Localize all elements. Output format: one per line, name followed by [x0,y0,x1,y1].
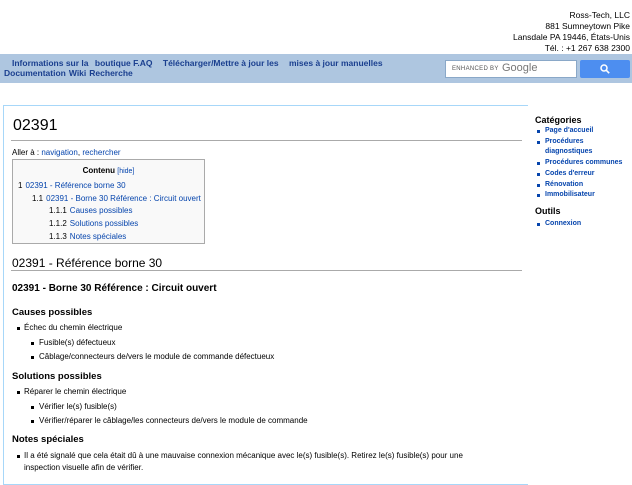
notes-heading: Notes spéciales [12,434,84,445]
goto-label: Aller à : [12,148,40,157]
sidebar-bullet [537,173,540,176]
company-address: Ross-Tech, LLC 881 Sumneytown Pike Lansd… [513,10,630,54]
bullet [31,406,34,409]
goto-separator: , [77,148,81,157]
toc-number: 1 [18,181,23,190]
bullet [17,391,20,394]
bullet [31,356,34,359]
list-item: Échec du chemin électrique [24,323,123,332]
toc-title-text: Contenu [82,166,116,175]
sidebar-item-immobilizer[interactable]: Immobilisateur [545,190,632,200]
search-input[interactable]: ENHANCED BY Google [445,60,577,78]
goto-navigation-link[interactable]: navigation [41,148,77,157]
sidebar-categories-title: Catégories [535,115,582,125]
sidebar-item-diagnostics[interactable]: Procédures diagnostiques [545,137,620,157]
search-icon [600,64,610,74]
list-item: Réparer le chemin électrique [24,387,127,396]
list-item: Câblage/connecteurs de/vers le module de… [39,352,275,361]
sidebar-bullet [537,130,540,133]
table-of-contents: Contenu [hide] 1 02391 - Référence borne … [12,159,205,244]
toc-link[interactable]: Notes spéciales [70,232,126,241]
section-heading: 02391 - Référence borne 30 [12,256,163,270]
sidebar-bullet [537,184,540,187]
nav-link-manual-updates[interactable]: mises à jour manuelles [289,58,383,68]
sidebar-tools-title: Outils [535,206,561,216]
search-button[interactable] [580,60,630,78]
goto-search-link[interactable]: rechercher [82,148,120,157]
bullet [17,455,20,458]
sidebar-item-error-codes[interactable]: Codes d'erreur [545,169,632,179]
sidebar-item-login[interactable]: Connexion [545,219,632,229]
causes-heading: Causes possibles [12,307,93,318]
company-name: Ross-Tech, LLC [569,10,630,20]
page-title: 02391 [13,117,58,134]
sidebar-item-common-procedures[interactable]: Procédures communes [545,158,632,168]
toc-entry[interactable]: 1.1.1 Causes possibles [49,206,133,215]
search-enhanced-label: ENHANCED BY [452,66,499,72]
sidebar-item-renovation[interactable]: Rénovation [545,180,632,190]
notes-text-line2: inspection visuelle afin de vérifier. [24,463,144,472]
company-street: 881 Sumneytown Pike [545,21,630,31]
toc-number: 1.1.1 [49,206,67,215]
toc-entry[interactable]: 1.1.2 Solutions possibles [49,219,138,228]
sidebar-bullet [537,141,540,144]
nav-link-wiki[interactable]: Wiki [69,68,86,78]
toc-link[interactable]: Solutions possibles [70,219,138,228]
nav-link-search[interactable]: Recherche [89,68,132,78]
nav-link-boutique-faq[interactable]: boutique F.AQ [95,58,153,68]
company-city: Lansdale PA 19446, États-Unis [512,32,630,42]
toc-entry[interactable]: 1 02391 - Référence borne 30 [18,181,126,190]
list-item: Vérifier/réparer le câblage/les connecte… [39,416,308,425]
nav-links: Informations sur la boutique F.AQ Téléch… [4,58,404,78]
section-divider [11,270,522,271]
toc-link[interactable]: Causes possibles [70,206,133,215]
solutions-heading: Solutions possibles [12,371,102,382]
list-item: Fusible(s) défectueux [39,338,116,347]
nav-link-download[interactable]: Télécharger/Mettre à jour les [163,58,279,68]
bullet [31,420,34,423]
google-logo-text: Google [502,62,538,74]
toc-number: 1.1.3 [49,232,67,241]
toc-number: 1.1.2 [49,219,67,228]
toc-number: 1.1 [32,194,44,203]
bullet [31,342,34,345]
nav-link-documentation[interactable]: Documentation [4,68,66,78]
toc-title: Contenu [hide] [13,166,204,175]
toc-hide-link[interactable]: [hide] [117,168,134,175]
goto-line: Aller à : navigation, rechercher [12,148,121,157]
sidebar-bullet [537,162,540,165]
sidebar-item-home[interactable]: Page d'accueil [545,126,632,136]
toc-entry[interactable]: 1.1 02391 - Borne 30 Référence : Circuit … [32,194,201,203]
notes-text-line1: Il a été signalé que cela était dû à une… [24,451,463,460]
nav-link-info[interactable]: Informations sur la [12,58,89,68]
title-divider [11,140,522,141]
list-item: Vérifier le(s) fusible(s) [39,402,117,411]
sidebar-bullet [537,194,540,197]
toc-link[interactable]: 02391 - Borne 30 Référence : Circuit ouv… [46,194,201,203]
toc-link[interactable]: 02391 - Référence borne 30 [25,181,125,190]
bullet [17,327,20,330]
sidebar-bullet [537,223,540,226]
company-phone: Tél. : +1 267 638 2300 [544,43,630,53]
toc-entry[interactable]: 1.1.3 Notes spéciales [49,232,126,241]
subsection-heading: 02391 - Borne 30 Référence : Circuit ouv… [12,283,217,294]
